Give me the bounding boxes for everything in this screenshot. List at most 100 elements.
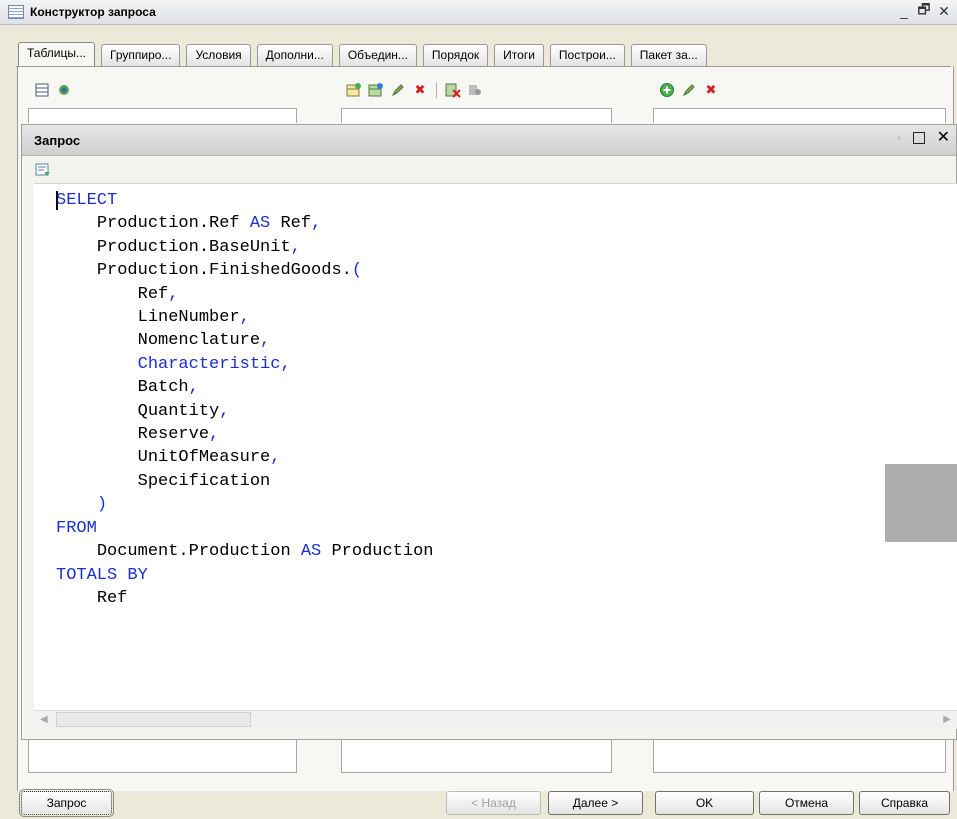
code-line: ) — [56, 495, 107, 514]
wizard-icon[interactable] — [56, 82, 72, 98]
code-token: Document.Production — [96, 542, 301, 562]
tab-unions[interactable]: Объедин... — [338, 44, 417, 66]
code-keyword: SELECT — [56, 191, 118, 210]
code-keyword: AS — [300, 542, 322, 562]
horizontal-scrollbar[interactable]: ◀ ▶ — [34, 710, 957, 729]
add-field-icon[interactable] — [368, 82, 384, 98]
ok-button[interactable]: OK — [655, 791, 754, 815]
tab-bar: Таблицы... Группиро... Условия Дополни..… — [18, 42, 707, 68]
database-toolbar — [34, 82, 72, 98]
code-line: Production.Ref AS Ref, — [56, 214, 321, 233]
code-token: Production.Ref — [96, 214, 250, 234]
code-keyword: FROM — [56, 518, 97, 538]
tab-conditions[interactable]: Условия — [186, 44, 251, 66]
window-title: Конструктор запроса — [30, 5, 156, 19]
minimize-button[interactable]: _ — [895, 2, 913, 20]
tab-query-batch[interactable]: Пакет за... — [630, 44, 707, 66]
scroll-right-arrow-icon[interactable]: ▶ — [943, 714, 951, 725]
fields-list[interactable] — [653, 108, 946, 123]
help-button[interactable]: Справка — [859, 791, 950, 815]
query-toolbar — [22, 156, 956, 182]
code-keyword: , — [260, 331, 271, 351]
tables-list[interactable] — [341, 108, 612, 123]
code-line: Quantity, — [56, 401, 230, 421]
cancel-button[interactable]: Отмена — [759, 791, 854, 815]
code-token: Batch — [137, 378, 189, 398]
code-keyword: ) — [96, 495, 108, 515]
code-token: UnitOfMeasure — [137, 448, 271, 468]
code-keyword: , — [168, 284, 179, 304]
maximize-button[interactable] — [912, 132, 925, 144]
delete-all-icon[interactable] — [445, 82, 461, 98]
fields-toolbar: ✖ — [659, 82, 719, 98]
restore-button[interactable]: 🗗 — [915, 1, 933, 20]
code-keyword: , — [311, 214, 322, 234]
scroll-thumb[interactable] — [56, 712, 251, 727]
scroll-left-arrow-icon[interactable]: ◀ — [40, 714, 48, 725]
add-table-icon[interactable] — [346, 82, 362, 98]
code-line: Document.Production AS Production — [56, 542, 434, 562]
code-token: Ref — [270, 214, 312, 234]
code-line: FROM — [56, 519, 97, 538]
query-code[interactable]: SELECT Production.Ref AS Ref, Production… — [56, 189, 433, 610]
tables-list-bottom[interactable] — [341, 740, 612, 773]
gray-overlay-block — [885, 464, 957, 542]
query-close-button[interactable]: ✕ — [937, 130, 950, 146]
query-button[interactable]: Запрос — [19, 789, 114, 817]
code-token: LineNumber — [137, 308, 240, 328]
next-button[interactable]: Далее > — [548, 791, 643, 815]
code-token: Specification — [137, 471, 271, 491]
code-line: Nomenclature, — [56, 331, 271, 351]
code-line: LineNumber, — [56, 308, 250, 327]
window-title-bar: Конструктор запроса _ 🗗 ✕ — [0, 0, 957, 25]
code-line: UnitOfMeasure, — [56, 448, 281, 468]
code-keyword: , — [270, 448, 281, 468]
code-token: Reserve — [137, 425, 210, 445]
app-icon — [8, 5, 24, 19]
tab-order[interactable]: Порядок — [422, 44, 489, 66]
database-list[interactable] — [28, 108, 297, 123]
query-window-title-bar: Запрос ✕ — [22, 125, 956, 156]
code-line: Characteristic, — [56, 355, 291, 374]
code-line: Batch, — [56, 378, 199, 397]
delete-icon[interactable]: ✖ — [412, 82, 428, 98]
code-token: Production — [321, 542, 434, 562]
tab-grouping[interactable]: Группиро... — [101, 44, 181, 66]
code-line: TOTALS BY — [56, 566, 148, 585]
tab-builder[interactable]: Построи... — [549, 44, 625, 66]
code-token: Nomenclature — [137, 331, 261, 351]
table-icon[interactable] — [34, 82, 50, 98]
tab-tables[interactable]: Таблицы... — [18, 42, 96, 66]
query-text-editor[interactable]: SELECT Production.Ref AS Ref, Production… — [34, 183, 957, 711]
back-button[interactable]: < Назад — [446, 791, 541, 815]
code-token: Production.BaseUnit — [96, 237, 291, 257]
database-list-bottom[interactable] — [28, 740, 297, 773]
code-line: Specification — [56, 471, 271, 491]
edit-icon[interactable] — [390, 82, 406, 98]
add-green-icon[interactable] — [659, 82, 675, 98]
code-token: Ref — [137, 284, 169, 304]
tab-advanced[interactable]: Дополни... — [256, 44, 333, 66]
code-keyword: , — [239, 308, 250, 328]
tab-totals[interactable]: Итоги — [494, 44, 544, 66]
code-keyword: , — [209, 425, 220, 445]
code-keyword: , — [219, 401, 230, 421]
pin-icon[interactable] — [896, 136, 901, 140]
code-token: Ref — [96, 588, 128, 608]
edit-icon[interactable] — [681, 82, 697, 98]
toolbar-separator — [436, 82, 437, 98]
code-line: Ref, — [56, 284, 179, 304]
code-keyword: AS — [249, 214, 271, 234]
code-keyword: ( — [351, 261, 363, 281]
code-keyword: Characteristic, — [137, 354, 291, 374]
code-keyword: TOTALS BY — [56, 565, 148, 585]
fields-list-bottom[interactable] — [653, 740, 946, 773]
query-text-window: Запрос ✕ SELECT Production.Ref AS Ref, P… — [21, 124, 957, 740]
query-text-icon[interactable] — [35, 162, 51, 178]
close-button[interactable]: ✕ — [935, 2, 953, 20]
code-line: Reserve, — [56, 425, 220, 445]
delete-icon[interactable]: ✖ — [703, 82, 719, 98]
settings-icon[interactable] — [467, 82, 483, 98]
query-window-title: Запрос — [34, 132, 81, 148]
code-line: Production.BaseUnit, — [56, 238, 301, 257]
